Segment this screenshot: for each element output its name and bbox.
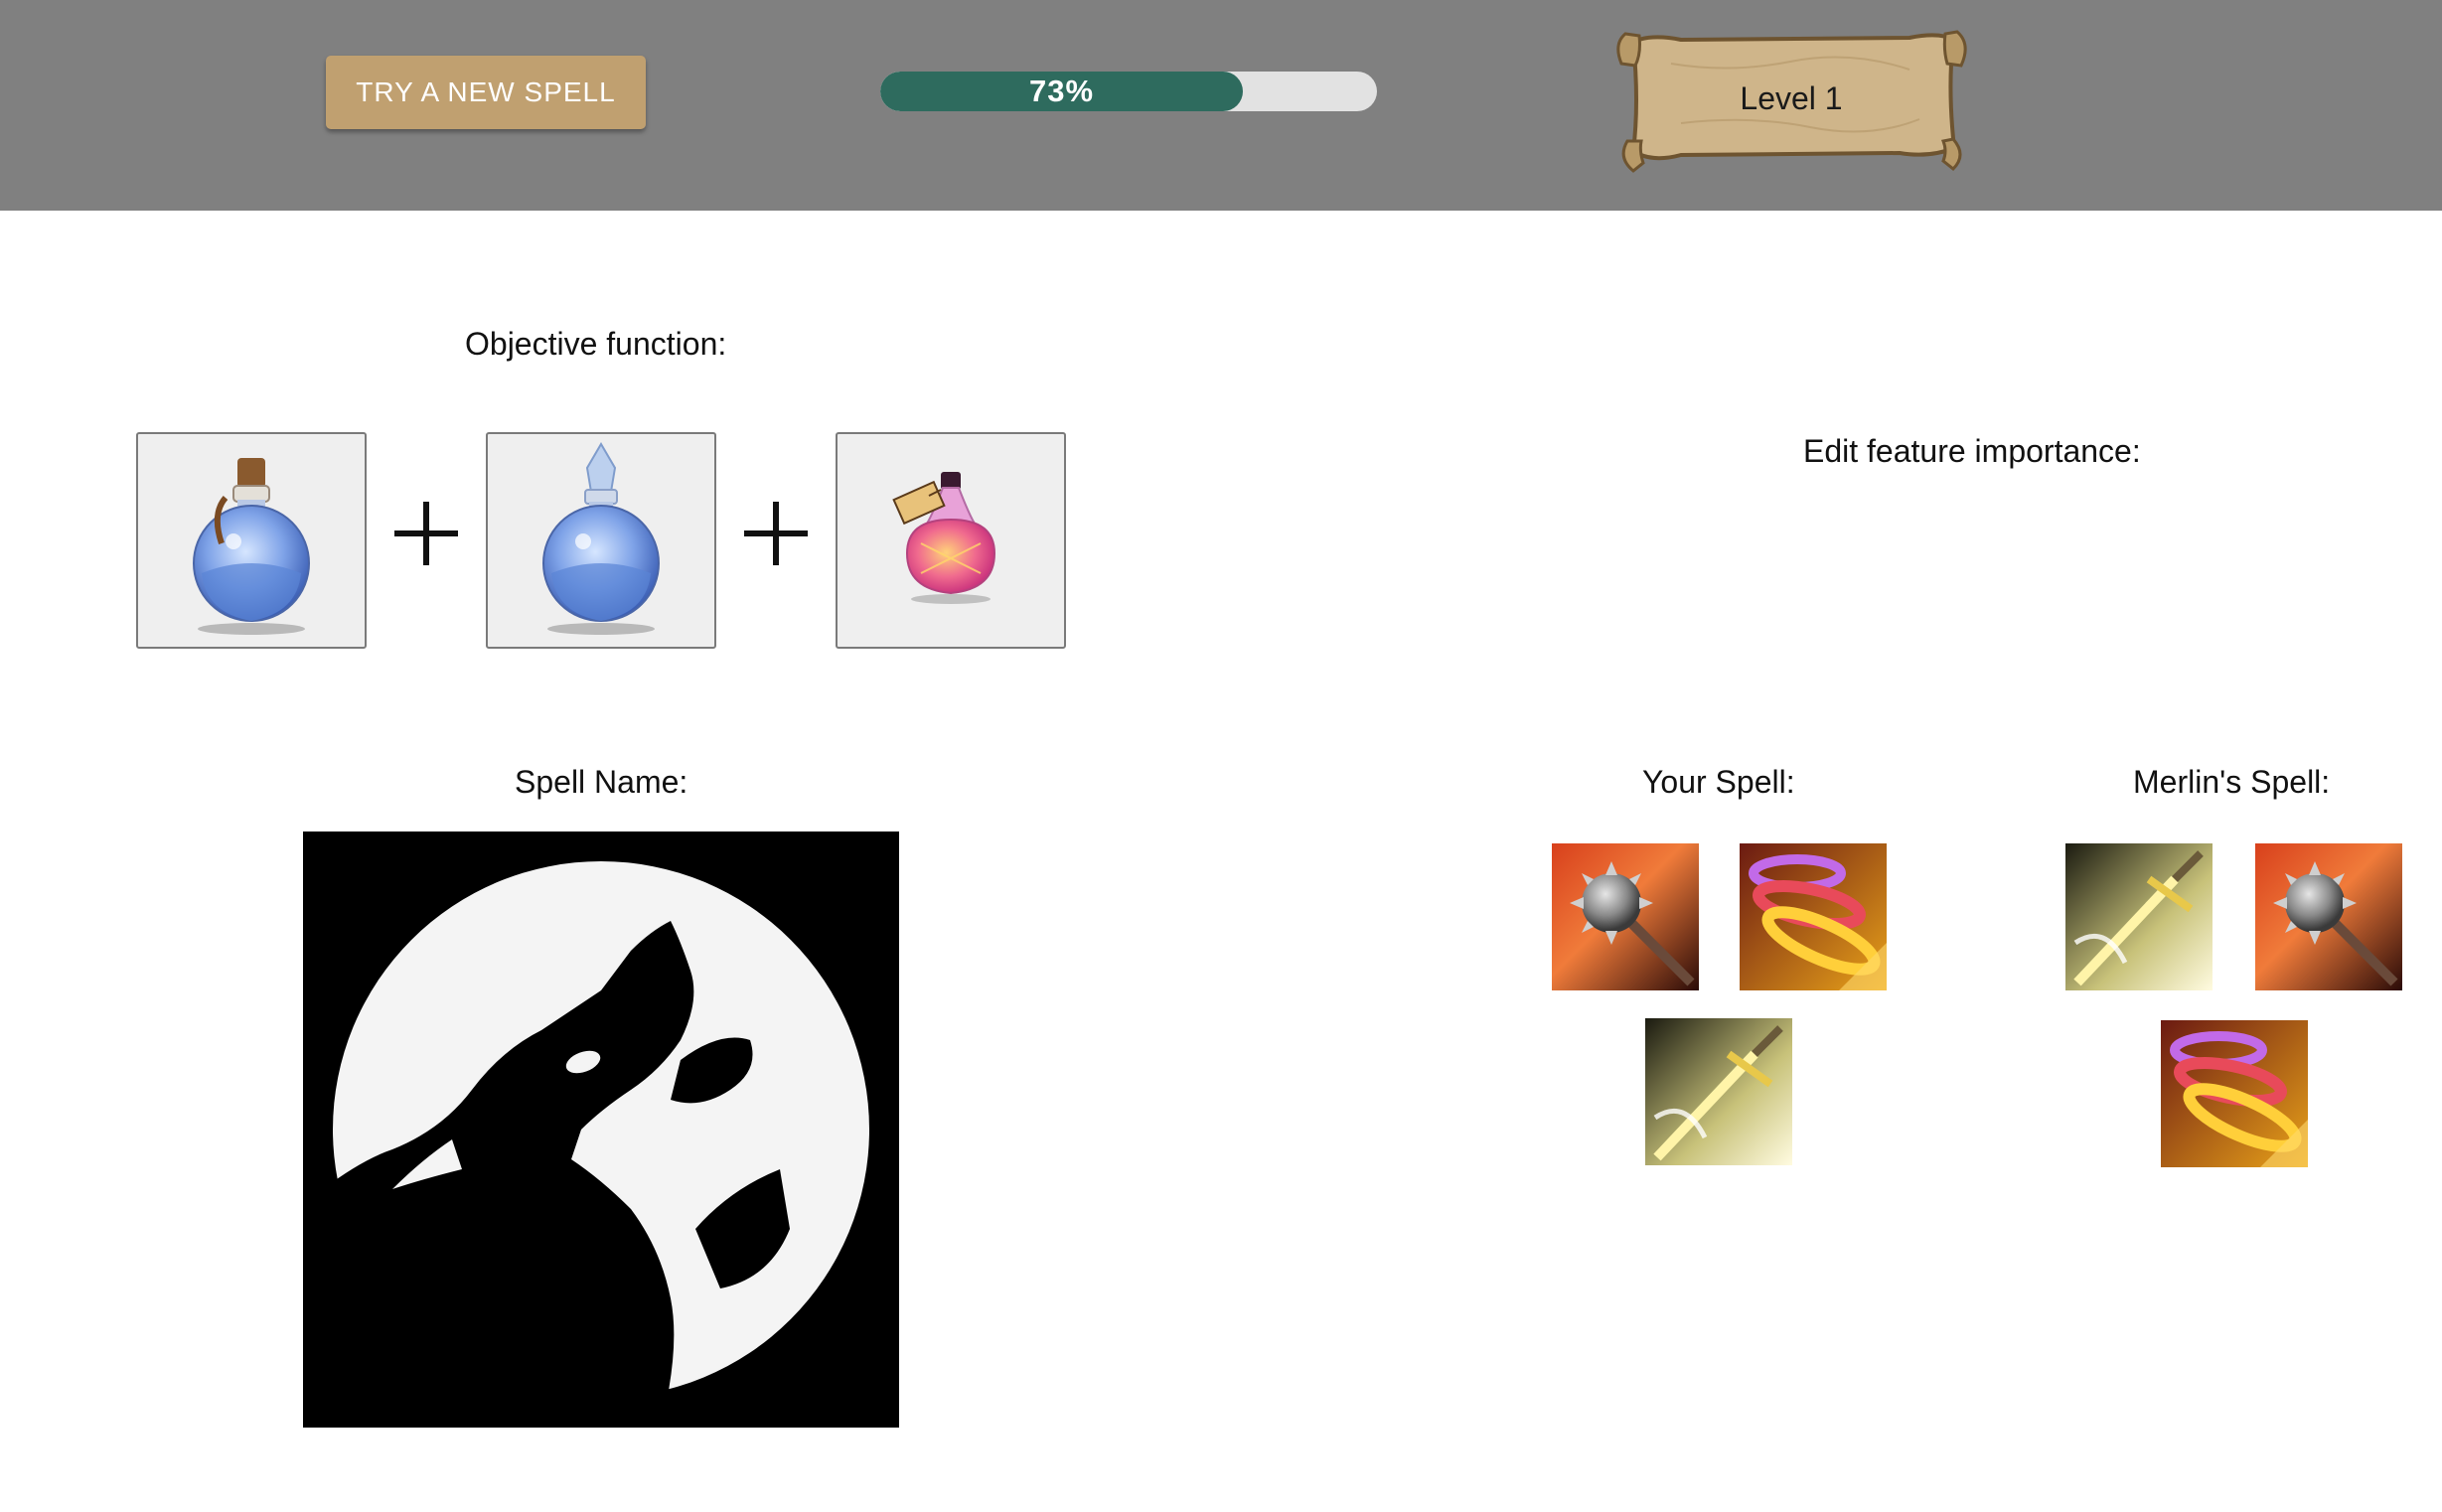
potion-slot-1[interactable] bbox=[136, 432, 367, 649]
progress-label: 73% bbox=[1028, 74, 1095, 108]
your-spell-title: Your Spell: bbox=[1642, 764, 1795, 800]
plus-icon bbox=[744, 502, 808, 565]
level-scroll-banner: Level 1 bbox=[1611, 24, 1971, 173]
golden-sword-icon bbox=[2065, 843, 2213, 990]
spiked-mace-icon bbox=[1552, 843, 1699, 990]
feature-importance-title: Edit feature importance: bbox=[1803, 433, 2141, 469]
merlin-spell-title: Merlin's Spell: bbox=[2133, 764, 2331, 800]
try-new-spell-button[interactable]: TRY A NEW SPELL bbox=[326, 56, 646, 129]
spiral-vortex-icon bbox=[1740, 843, 1887, 990]
spiral-vortex-icon bbox=[2161, 1020, 2308, 1167]
objective-function-title: Objective function: bbox=[465, 326, 727, 362]
progress-bar: 73% bbox=[880, 72, 1377, 111]
spell-name-title: Spell Name: bbox=[515, 764, 688, 800]
golden-sword-icon bbox=[1645, 1018, 1792, 1165]
spell-image bbox=[303, 832, 899, 1428]
wolf-howling-moon-icon bbox=[303, 832, 899, 1428]
your-spell-ability-1[interactable] bbox=[1552, 843, 1699, 990]
level-label: Level 1 bbox=[1740, 79, 1843, 116]
merlin-spell-ability-1[interactable] bbox=[2065, 843, 2213, 990]
merlin-spell-ability-2[interactable] bbox=[2255, 843, 2402, 990]
your-spell-ability-3[interactable] bbox=[1645, 1018, 1792, 1165]
top-bar: TRY A NEW SPELL 73% Level 1 bbox=[0, 0, 2442, 211]
merlin-spell-ability-3[interactable] bbox=[2161, 1020, 2308, 1167]
spiked-mace-icon bbox=[2255, 843, 2402, 990]
potion-slot-3[interactable] bbox=[836, 432, 1066, 649]
plus-icon bbox=[394, 502, 458, 565]
your-spell-ability-2[interactable] bbox=[1740, 843, 1887, 990]
blue-round-potion-crystal-icon bbox=[542, 442, 660, 635]
blue-round-potion-cork-icon bbox=[193, 458, 310, 635]
potion-slot-2[interactable] bbox=[486, 432, 716, 649]
pink-potion-tag-icon bbox=[892, 472, 996, 604]
